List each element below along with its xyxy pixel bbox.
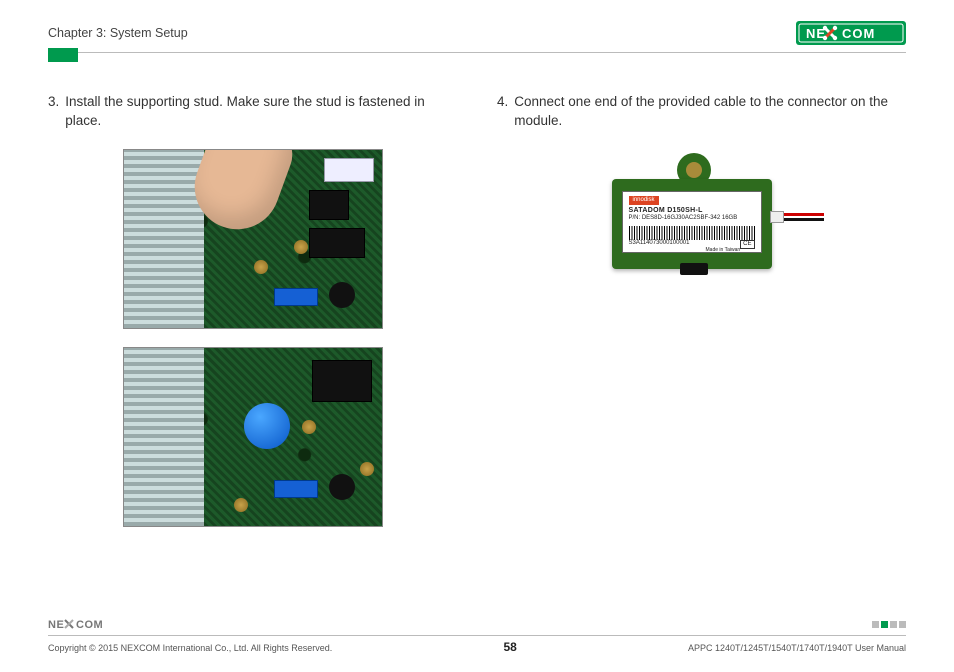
module-cable	[770, 207, 820, 227]
doc-title: APPC 1240T/1245T/1540T/1740T/1940T User …	[688, 643, 906, 653]
footer-ornament-icon	[872, 621, 906, 628]
nexcom-logo: NE COM	[796, 21, 906, 45]
svg-text:COM: COM	[842, 26, 875, 41]
svg-text:COM: COM	[76, 619, 103, 631]
module-label-serial: S3A114073000100001	[629, 240, 690, 246]
module-label: innodisk SATADOM D150SH-L P/N: DES8D-16G…	[622, 191, 762, 253]
svg-text:NE: NE	[48, 619, 64, 631]
copyright-text: Copyright © 2015 NEXCOM International Co…	[48, 643, 332, 653]
nexcom-footer-logo: NE COM	[48, 617, 118, 631]
accent-bar	[48, 48, 78, 62]
step-3: 3. Install the supporting stud. Make sur…	[48, 93, 457, 131]
module-label-barcode	[629, 226, 755, 240]
photo-stud-install-hand	[123, 149, 383, 329]
module-label-brand: innodisk	[629, 196, 659, 205]
header-divider	[48, 52, 906, 53]
step-3-text: Install the supporting stud. Make sure t…	[65, 93, 457, 131]
module-label-cert: CE	[740, 240, 754, 249]
step-4-text: Connect one end of the provided cable to…	[514, 93, 906, 131]
footer-divider	[48, 635, 906, 636]
photo-satadom-module: innodisk SATADOM D150SH-L P/N: DES8D-16G…	[592, 149, 812, 289]
photo-stud-installed-battery	[123, 347, 383, 527]
module-label-model: SATADOM D150SH-L	[629, 207, 703, 214]
step-3-number: 3.	[48, 93, 59, 131]
module-label-pn: P/N: DES8D-16GJ30AC2SBF-342 16GB	[629, 215, 738, 221]
page-number: 58	[503, 640, 516, 654]
module-label-made: Made in Taiwan	[706, 247, 741, 253]
step-4: 4. Connect one end of the provided cable…	[497, 93, 906, 131]
chapter-title: Chapter 3: System Setup	[48, 26, 188, 40]
step-4-number: 4.	[497, 93, 508, 131]
